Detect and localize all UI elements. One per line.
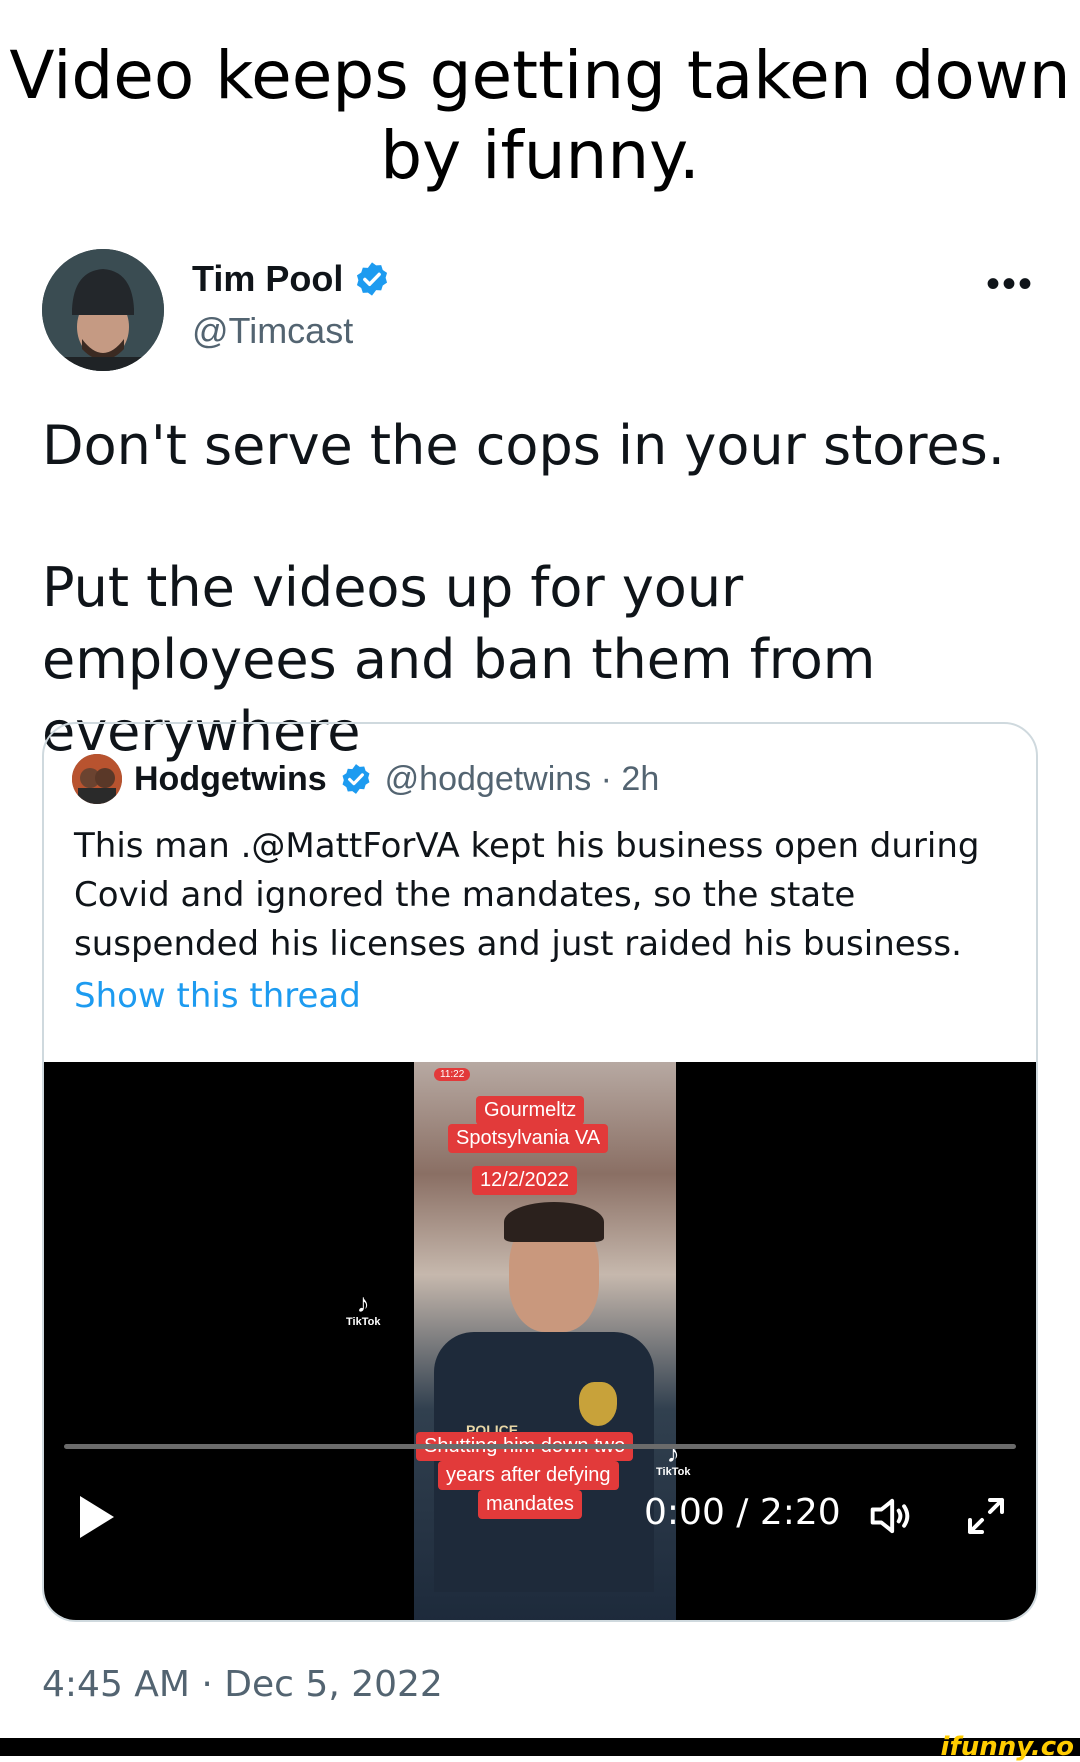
overlay-status-time: 11:22 bbox=[434, 1068, 471, 1081]
quoted-author-handle[interactable]: @hodgetwins · 2h bbox=[385, 760, 660, 799]
officer-hair bbox=[504, 1202, 604, 1242]
tiktok-label: TikTok bbox=[346, 1316, 381, 1328]
verified-badge-icon bbox=[357, 262, 388, 296]
author-avatar[interactable] bbox=[42, 249, 164, 371]
ifunny-watermark: ifunny.co bbox=[940, 1732, 1074, 1762]
video-progress-bar[interactable] bbox=[64, 1444, 1016, 1449]
quoted-tweet-header: Hodgetwins @hodgetwins · 2h bbox=[72, 754, 659, 804]
tweet-paragraph-1: Don't serve the cops in your stores. bbox=[42, 414, 1005, 477]
video-time-readout: 0:00 / 2:20 bbox=[644, 1492, 841, 1533]
author-name[interactable]: Tim Pool bbox=[192, 258, 391, 300]
verified-badge-icon bbox=[342, 764, 370, 794]
overlay-caption-2: years after defying bbox=[438, 1461, 619, 1490]
author-handle[interactable]: @Timcast bbox=[192, 310, 353, 352]
police-badge-icon bbox=[579, 1382, 617, 1426]
overlay-title-1: Gourmeltz bbox=[476, 1096, 585, 1125]
quoted-tweet[interactable]: Hodgetwins @hodgetwins · 2h This man .@M… bbox=[42, 722, 1038, 1622]
tweet-text: Don't serve the cops in your stores. Put… bbox=[42, 410, 1042, 768]
tiktok-icon: ♪ TikTok bbox=[346, 1288, 381, 1328]
watermark-bar bbox=[0, 1738, 1080, 1756]
quoted-author-name[interactable]: Hodgetwins bbox=[134, 760, 327, 799]
overlay-date: 12/2/2022 bbox=[472, 1166, 577, 1195]
video-player[interactable]: 11:22 POLICE Gourmeltz Spotsylvania VA 1… bbox=[44, 1062, 1036, 1620]
tweet-timestamp[interactable]: 4:45 AM · Dec 5, 2022 bbox=[42, 1664, 443, 1705]
post-caption: Video keeps getting taken down by ifunny… bbox=[9, 37, 1071, 194]
quoted-author-avatar[interactable] bbox=[72, 754, 122, 804]
video-frame: 11:22 POLICE Gourmeltz Spotsylvania VA 1… bbox=[414, 1062, 676, 1620]
volume-icon[interactable] bbox=[864, 1490, 916, 1542]
quoted-tweet-text: This man .@MattForVA kept his business o… bbox=[74, 826, 980, 964]
play-icon[interactable] bbox=[80, 1496, 114, 1538]
tiktok-label: TikTok bbox=[656, 1466, 691, 1478]
overlay-title-2: Spotsylvania VA bbox=[448, 1124, 609, 1153]
overlay-caption-3: mandates bbox=[478, 1490, 582, 1519]
more-icon[interactable]: ••• bbox=[986, 262, 1034, 307]
show-thread-link[interactable]: Show this thread bbox=[74, 976, 361, 1016]
author-name-text[interactable]: Tim Pool bbox=[192, 258, 343, 300]
fullscreen-icon[interactable] bbox=[962, 1492, 1010, 1540]
